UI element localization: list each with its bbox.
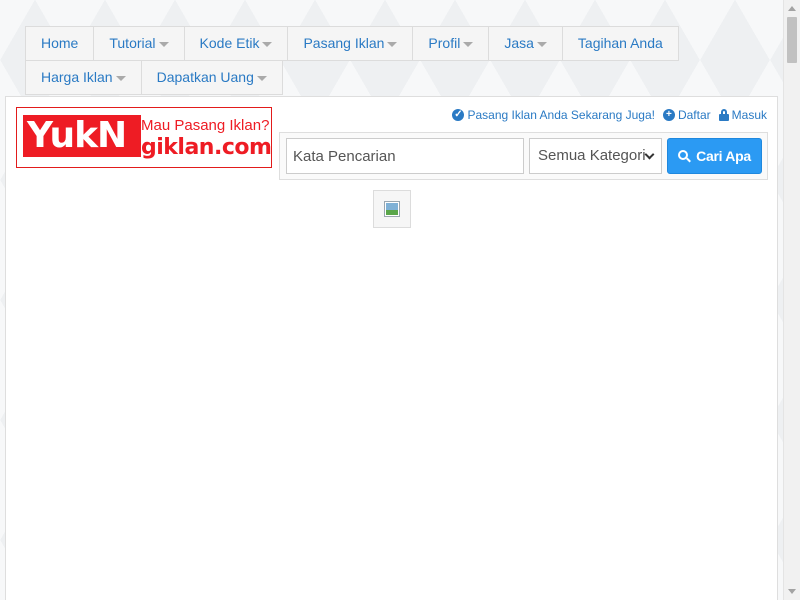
nav-item-label: Harga Iklan xyxy=(41,69,113,85)
caret-down-icon xyxy=(387,42,398,47)
plus-circle-icon: + xyxy=(662,109,675,121)
check-circle-icon: ✓ xyxy=(452,109,465,121)
caret-down-icon xyxy=(463,42,474,47)
nav-item-jasa[interactable]: Jasa xyxy=(488,26,563,61)
page-viewport: Home Tutorial Kode Etik Pasang Iklan Pro… xyxy=(0,0,783,600)
login-link[interactable]: Masuk xyxy=(718,108,767,122)
scrollbar-thumb[interactable] xyxy=(787,17,797,63)
nav-item-kode-etik[interactable]: Kode Etik xyxy=(183,26,289,61)
main-panel: YukN Mau Pasang Iklan? giklan.com ✓ Pasa… xyxy=(5,96,778,600)
broken-banner-image[interactable] xyxy=(373,190,411,228)
nav-item-label: Jasa xyxy=(504,35,534,51)
category-select-value: Semua Kategori xyxy=(538,147,646,164)
nav-item-label: Kode Etik xyxy=(199,35,260,51)
logo-brand-part1: YukN xyxy=(27,115,127,156)
promo-link-label: Pasang Iklan Anda Sekarang Juga! xyxy=(467,108,655,122)
nav-item-label: Pasang Iklan xyxy=(303,35,385,51)
vertical-scrollbar[interactable] xyxy=(783,0,800,600)
lock-icon xyxy=(718,109,729,121)
chevron-down-icon xyxy=(644,149,655,159)
nav-item-dapatkan-uang[interactable]: Dapatkan Uang xyxy=(140,60,283,95)
search-icon xyxy=(678,149,692,163)
login-link-label: Masuk xyxy=(731,108,767,122)
logo-brand-part2: giklan.com xyxy=(141,135,272,160)
nav-item-label: Dapatkan Uang xyxy=(156,69,254,85)
nav-item-tagihan-anda[interactable]: Tagihan Anda xyxy=(561,26,679,61)
search-button[interactable]: Cari Apa xyxy=(667,138,762,174)
scroll-up-arrow-icon[interactable] xyxy=(788,6,796,11)
search-input[interactable] xyxy=(286,138,524,174)
nav-item-home[interactable]: Home xyxy=(25,26,95,61)
promo-link[interactable]: ✓ Pasang Iklan Anda Sekarang Juga! xyxy=(452,108,655,122)
top-links: ✓ Pasang Iklan Anda Sekarang Juga! + Daf… xyxy=(452,108,767,122)
site-logo[interactable]: YukN Mau Pasang Iklan? giklan.com xyxy=(16,107,272,168)
caret-down-icon xyxy=(115,76,126,81)
caret-down-icon xyxy=(256,76,267,81)
main-nav: Home Tutorial Kode Etik Pasang Iklan Pro… xyxy=(25,26,753,95)
nav-item-pasang-iklan[interactable]: Pasang Iklan xyxy=(287,26,414,61)
nav-item-label: Tagihan Anda xyxy=(577,35,663,51)
nav-item-label: Tutorial xyxy=(109,35,156,51)
search-bar: Semua Kategori Cari Apa xyxy=(279,132,768,180)
nav-item-harga-iklan[interactable]: Harga Iklan xyxy=(25,60,142,95)
caret-down-icon xyxy=(262,42,273,47)
logo-tagline: Mau Pasang Iklan? xyxy=(141,117,270,134)
scroll-down-arrow-icon[interactable] xyxy=(788,589,796,594)
broken-image-icon xyxy=(384,201,400,217)
nav-item-profil[interactable]: Profil xyxy=(412,26,490,61)
register-link-label: Daftar xyxy=(677,108,711,122)
register-link[interactable]: + Daftar xyxy=(662,108,711,122)
nav-item-label: Profil xyxy=(428,35,461,51)
category-select[interactable]: Semua Kategori xyxy=(529,138,662,174)
nav-item-label: Home xyxy=(41,35,79,51)
nav-item-tutorial[interactable]: Tutorial xyxy=(93,26,185,61)
caret-down-icon xyxy=(536,42,547,47)
caret-down-icon xyxy=(158,42,169,47)
search-button-label: Cari Apa xyxy=(696,148,751,164)
